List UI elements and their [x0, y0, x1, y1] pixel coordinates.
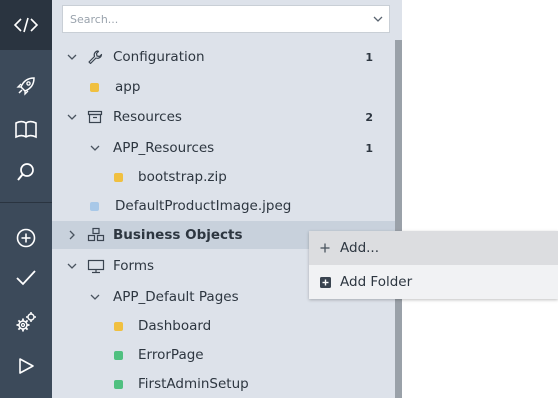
menu-item-add[interactable]: Add...: [309, 231, 558, 265]
tree-node-label: APP_Resources: [113, 140, 215, 156]
chevron-down-icon[interactable]: [89, 291, 101, 303]
chevron-right-icon[interactable]: [66, 229, 78, 241]
library-nav-button[interactable]: [0, 110, 52, 150]
search-icon: [15, 161, 37, 183]
tree-node-label: APP_Default Pages: [113, 289, 239, 305]
gears-icon: [14, 310, 38, 334]
code-nav-button[interactable]: [0, 0, 52, 50]
rocket-icon: [15, 75, 37, 97]
tree-node-label: Dashboard: [138, 318, 212, 334]
file-green-icon: [114, 350, 123, 360]
menu-item-add-folder[interactable]: Add Folder: [309, 265, 558, 299]
tree-node-label: Business Objects: [113, 227, 243, 243]
tree-node-configuration[interactable]: Configuration 1: [52, 43, 395, 71]
search-placeholder: Search...: [70, 12, 119, 26]
tree-node-label: Resources: [113, 109, 182, 125]
check-nav-button[interactable]: [0, 258, 52, 298]
chevron-down-icon[interactable]: [367, 16, 389, 22]
sidebar-divider: [0, 202, 52, 203]
tree-node-dashboard[interactable]: Dashboard: [52, 312, 395, 340]
add-nav-button[interactable]: [0, 218, 52, 258]
settings-nav-button[interactable]: [0, 302, 52, 342]
tree-node-app[interactable]: app: [52, 73, 395, 101]
add-circle-icon: [15, 227, 37, 249]
menu-item-label: Add...: [340, 240, 380, 256]
tree-node-error-page[interactable]: ErrorPage: [52, 341, 395, 369]
item-count-badge: 1: [365, 50, 373, 64]
run-nav-button[interactable]: [0, 346, 52, 386]
cubes-icon: [87, 227, 105, 243]
play-icon: [16, 356, 36, 376]
wrench-icon: [87, 49, 103, 65]
plus-square-icon: [318, 276, 332, 288]
archive-box-icon: [87, 110, 103, 124]
item-count-badge: 2: [365, 110, 373, 124]
file-yellow-icon: [90, 82, 99, 92]
search-nav-button[interactable]: [0, 152, 52, 192]
chevron-down-icon[interactable]: [66, 111, 78, 123]
tree-node-label: FirstAdminSetup: [138, 376, 249, 392]
tree-node-app-resources[interactable]: APP_Resources 1: [52, 134, 395, 162]
context-menu: Add... Add Folder: [309, 231, 558, 299]
code-icon: [13, 15, 39, 35]
item-count-badge: 1: [365, 141, 373, 155]
tree-node-resources[interactable]: Resources 2: [52, 103, 395, 131]
icon-sidebar: [0, 0, 52, 398]
file-yellow-icon: [114, 321, 123, 331]
book-icon: [14, 120, 38, 140]
file-blue-icon: [90, 201, 99, 211]
tree-node-bootstrap[interactable]: bootstrap.zip: [52, 163, 395, 191]
tree-node-label: Forms: [113, 258, 155, 274]
explorer-scrollbar[interactable]: [395, 40, 402, 398]
file-green-icon: [114, 379, 123, 389]
deploy-nav-button[interactable]: [0, 66, 52, 106]
plus-icon: [318, 243, 332, 253]
tree-node-default-product-image[interactable]: DefaultProductImage.jpeg: [52, 192, 395, 220]
tree-node-label: bootstrap.zip: [138, 169, 227, 185]
search-dropdown[interactable]: Search...: [62, 5, 390, 33]
file-yellow-icon: [114, 172, 123, 182]
tree-node-label: Configuration: [113, 49, 205, 65]
tree-node-first-admin-setup[interactable]: FirstAdminSetup: [52, 370, 395, 398]
tree-node-label: DefaultProductImage.jpeg: [115, 198, 292, 214]
menu-item-label: Add Folder: [340, 274, 413, 290]
tree-node-label: ErrorPage: [138, 347, 204, 363]
monitor-icon: [87, 259, 105, 274]
check-icon: [15, 268, 37, 288]
chevron-down-icon[interactable]: [66, 51, 78, 63]
chevron-down-icon[interactable]: [66, 260, 78, 272]
tree-node-label: app: [115, 79, 141, 95]
chevron-down-icon[interactable]: [89, 142, 101, 154]
